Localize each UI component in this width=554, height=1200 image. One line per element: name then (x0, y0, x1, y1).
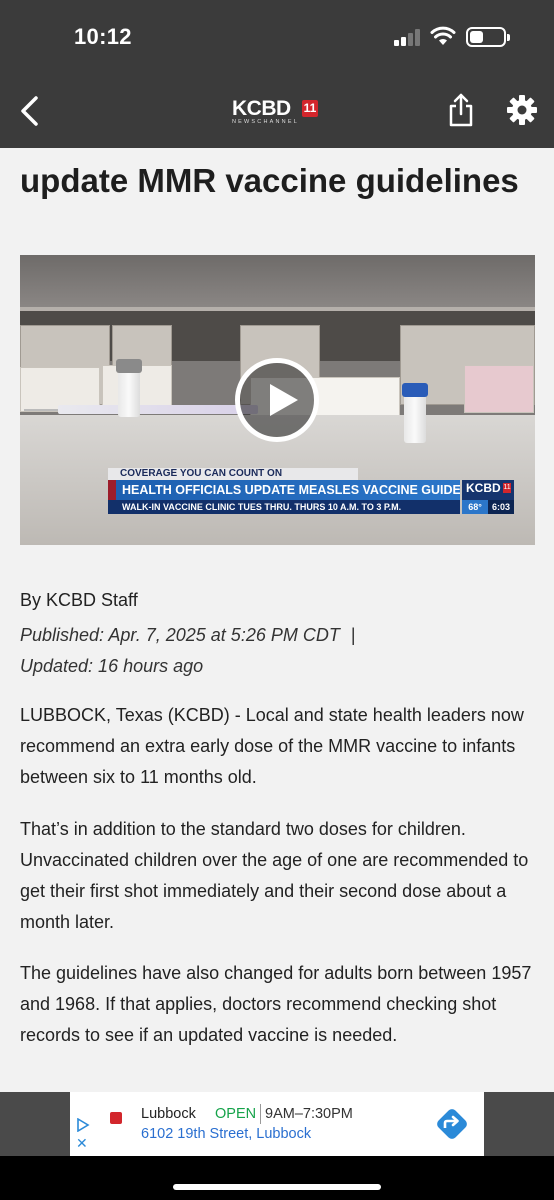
adchoices-icon[interactable] (76, 1118, 90, 1132)
article-content[interactable]: update MMR vaccine guidelines COVERAGE Y… (0, 148, 554, 1092)
article-paragraph: LUBBOCK, Texas (KCBD) - Local and state … (20, 705, 524, 787)
cellular-signal-icon (394, 28, 424, 46)
ad-city: Lubbock (141, 1106, 196, 1122)
kcbd-logo: KCBD 11 NEWSCHANNEL (232, 97, 324, 127)
bottom-bar (0, 1156, 554, 1200)
share-icon[interactable] (446, 92, 476, 128)
article-dates: Published: Apr. 7, 2025 at 5:26 PM CDT |… (20, 620, 520, 682)
article-byline: By KCBD Staff (20, 590, 138, 610)
article-paragraph: That’s in addition to the standard two d… (20, 819, 529, 932)
lower-third-subline: WALK-IN VACCINE CLINIC TUES THRU. THURS … (108, 500, 460, 514)
ad-open-status: OPEN (215, 1106, 257, 1122)
lower-third-clock: 6:03 (488, 500, 514, 514)
lower-third-station: KCBD (466, 481, 501, 495)
ad-brand-logo (100, 1106, 140, 1142)
logo-subtitle: NEWSCHANNEL (232, 119, 299, 125)
video-lower-third: COVERAGE YOU CAN COUNT ON HEALTH OFFICIA… (108, 468, 514, 514)
home-indicator[interactable] (173, 1184, 381, 1190)
ad-close-icon[interactable]: ✕ (76, 1136, 88, 1150)
ad-card[interactable]: ✕ Lubbock OPEN 9AM–7:30PM 6102 19th Stre… (70, 1092, 484, 1156)
date-separator: | (350, 625, 356, 645)
logo-word: KCBD (232, 97, 291, 120)
ad-hours: 9AM–7:30PM (265, 1106, 353, 1122)
lower-third-station-number: 11 (503, 483, 511, 493)
lower-third-temperature: 68° (462, 500, 488, 514)
ad-address[interactable]: 6102 19th Street, Lubbock (141, 1126, 311, 1142)
ad-banner: ✕ Lubbock OPEN 9AM–7:30PM 6102 19th Stre… (0, 1092, 554, 1156)
play-icon[interactable] (235, 358, 319, 442)
status-bar: 10:12 (0, 0, 554, 76)
status-time: 10:12 (74, 24, 132, 49)
back-chevron-icon[interactable] (16, 94, 44, 128)
directions-icon[interactable] (434, 1106, 470, 1142)
lower-third-station-logo: KCBD 11 68° 6:03 (462, 480, 514, 514)
app-bar: KCBD 11 NEWSCHANNEL (0, 76, 554, 148)
wifi-icon (430, 26, 456, 45)
battery-icon (466, 27, 510, 47)
article-paragraph: The guidelines have also changed for adu… (20, 963, 532, 1045)
article-headline: update MMR vaccine guidelines (20, 162, 519, 199)
updated-date: Updated: 16 hours ago (20, 656, 204, 676)
gear-icon[interactable] (506, 94, 538, 126)
lower-third-tagline: COVERAGE YOU CAN COUNT ON (108, 468, 358, 480)
video-player[interactable]: COVERAGE YOU CAN COUNT ON HEALTH OFFICIA… (20, 255, 535, 545)
published-date: Published: Apr. 7, 2025 at 5:26 PM CDT (20, 625, 340, 645)
top-bar: 10:12 KCBD 11 NEWSCHANNEL (0, 0, 554, 148)
lower-third-headline: HEALTH OFFICIALS UPDATE MEASLES VACCINE … (108, 480, 460, 500)
logo-number: 11 (302, 100, 318, 117)
